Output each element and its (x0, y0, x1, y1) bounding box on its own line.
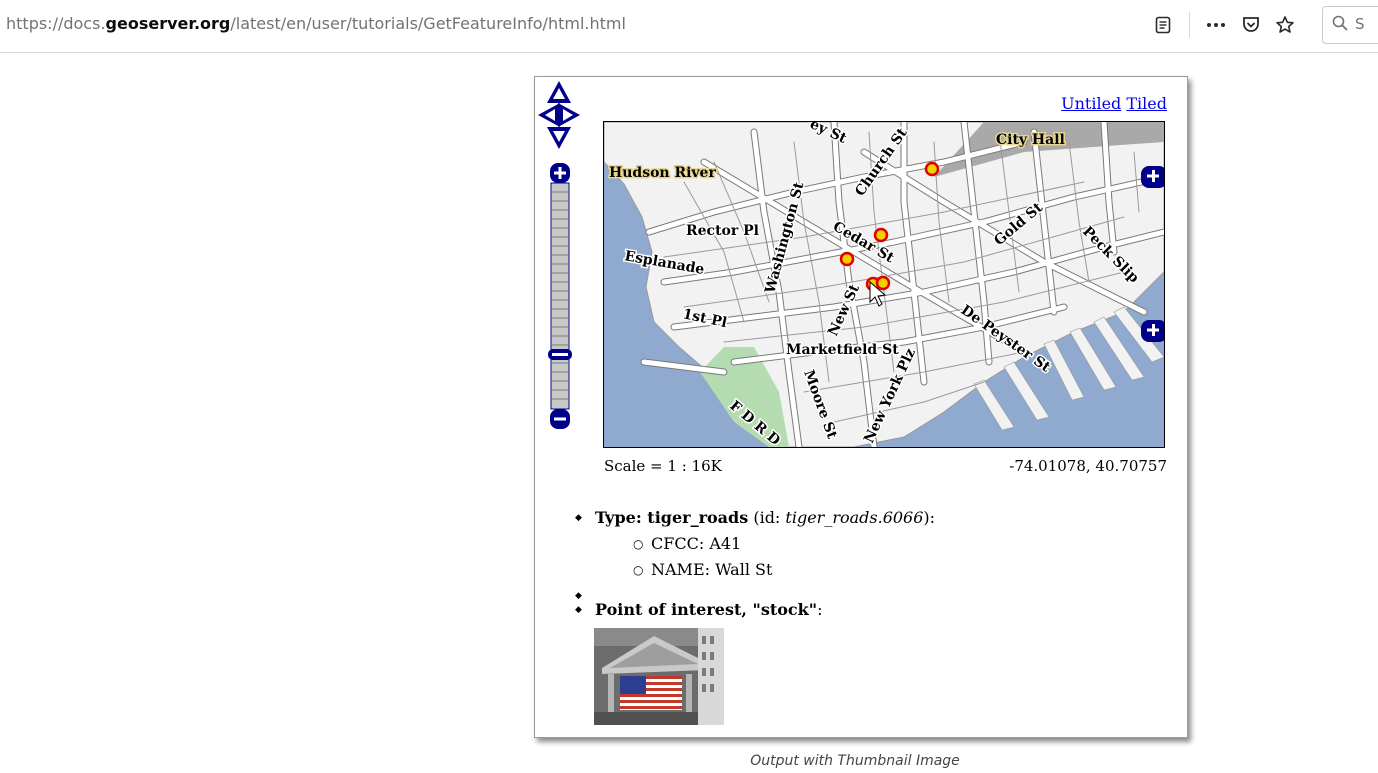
attribute-item: NAME: Wall St (595, 557, 935, 583)
pan-zoom-control (537, 79, 581, 443)
map-expand-button-top[interactable] (1141, 166, 1164, 188)
zoom-out-icon[interactable] (550, 409, 570, 429)
untiled-link[interactable]: Untiled (1061, 94, 1121, 113)
mouse-coordinates: -74.01078, 40.70757 (1009, 457, 1167, 475)
spacer (575, 583, 935, 609)
poi-marker (873, 227, 889, 243)
search-placeholder: S (1355, 15, 1365, 33)
feature-type-item: Type: tiger_roads (id: tiger_roads.6066)… (575, 505, 935, 583)
map-expand-button-bottom[interactable] (1141, 320, 1164, 342)
feature-id: tiger_roads.6066 (785, 508, 924, 527)
attribute-item: CFCC: A41 (595, 531, 935, 557)
toolbar-separator (1189, 12, 1190, 38)
tiled-link[interactable]: Tiled (1126, 94, 1167, 113)
type-value: tiger_roads (647, 508, 749, 527)
star-icon[interactable] (1272, 10, 1298, 40)
map-label-hudson-river: Hudson River (609, 165, 716, 181)
url-domain: geoserver.org (105, 14, 231, 33)
map-label-rector-pl: Rector Pl (686, 223, 759, 239)
url-path: /latest/en/user/tutorials/GetFeatureInfo… (230, 14, 626, 33)
flag-icon (620, 676, 682, 710)
url-field[interactable]: https://docs.geoserver.org/latest/en/use… (6, 14, 626, 33)
id-suffix: ): (923, 508, 936, 527)
more-actions-icon[interactable] (1203, 10, 1229, 40)
reader-view-icon[interactable] (1150, 10, 1176, 40)
poi-marker (875, 275, 891, 291)
search-icon (1331, 14, 1349, 36)
pan-down-icon[interactable] (547, 127, 571, 149)
attribute-key: NAME (651, 560, 705, 579)
url-prefix: https://docs. (6, 14, 106, 33)
pan-right-icon[interactable] (558, 103, 580, 127)
figure-caption: Output with Thumbnail Image (750, 753, 960, 769)
scale-label: Scale = 1 : 16K (604, 457, 722, 475)
poi-marker (839, 251, 855, 267)
zoom-slider-handle[interactable] (548, 349, 572, 360)
zoom-in-icon[interactable] (550, 163, 570, 183)
map-label-marketfield-st: Marketfield St (786, 342, 899, 358)
poi-label: Point of interest, "stock" (595, 600, 818, 619)
feature-info-panel: Type: tiger_roads (id: tiger_roads.6066)… (575, 505, 935, 623)
poi-marker (924, 161, 940, 177)
attribute-value: A41 (709, 534, 742, 553)
stock-exchange-thumbnail (594, 628, 724, 725)
map-demo-frame: Untiled Tiled City Hall Hudson River Rec… (534, 76, 1188, 738)
search-input[interactable]: S (1322, 6, 1378, 44)
attribute-key: CFCC (651, 534, 699, 553)
id-prefix: (id: (753, 508, 781, 527)
pan-left-icon[interactable] (538, 103, 560, 127)
pocket-icon[interactable] (1238, 10, 1264, 40)
browser-toolbar: https://docs.geoserver.org/latest/en/use… (0, 0, 1378, 53)
tiling-mode-links: Untiled Tiled (1061, 94, 1167, 113)
poi-suffix: : (817, 600, 823, 619)
poi-item: Point of interest, "stock": (575, 597, 935, 623)
map-label-city-hall: City Hall (996, 132, 1065, 148)
map-viewport[interactable]: City Hall Hudson River Rector Pl Esplana… (603, 121, 1165, 448)
zoom-slider-track[interactable] (550, 182, 570, 410)
attribute-value: Wall St (715, 560, 773, 579)
pan-up-icon[interactable] (547, 81, 571, 103)
type-label: Type (595, 508, 636, 527)
